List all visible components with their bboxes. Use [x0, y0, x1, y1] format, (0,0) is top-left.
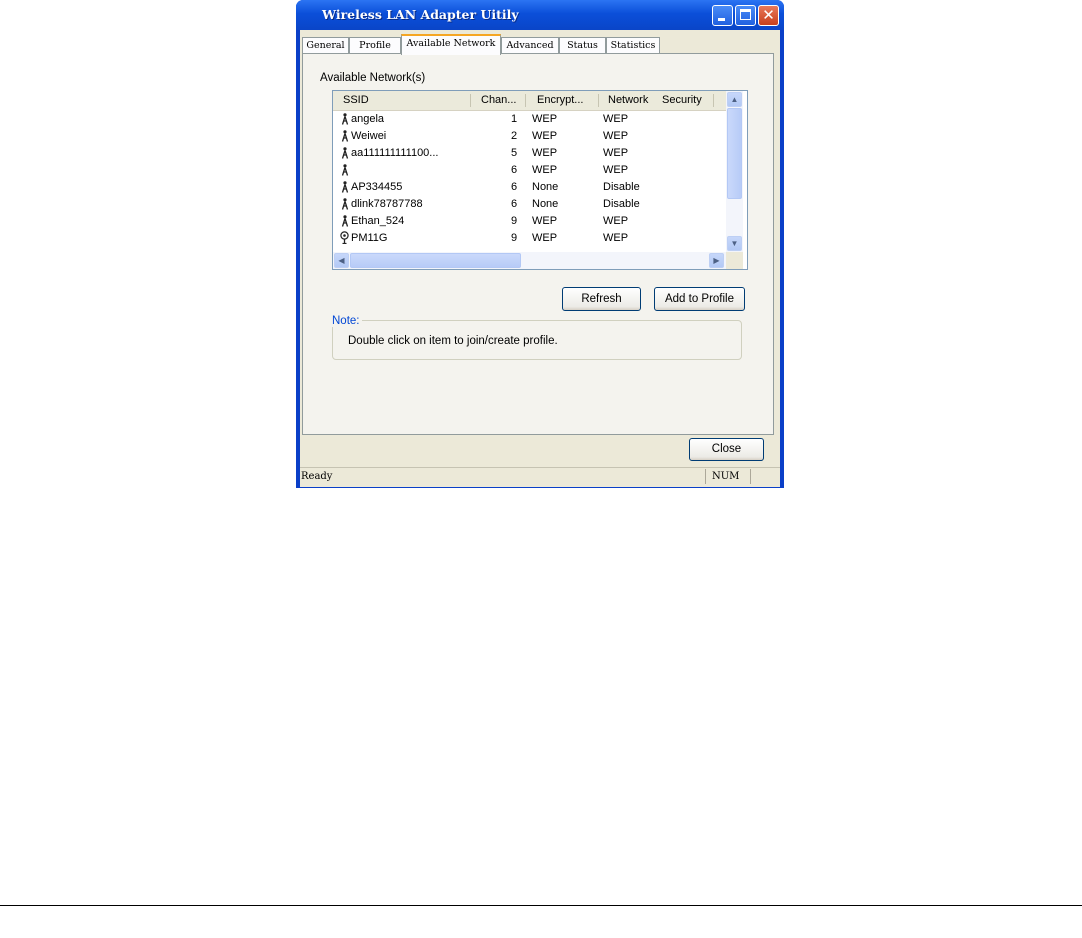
row-channel: 5	[511, 147, 518, 159]
close-icon: ✕	[762, 6, 775, 24]
tab-general[interactable]: General	[302, 37, 349, 54]
row-network: WEP	[603, 232, 629, 244]
network-row[interactable]: Weiwei 2 WEP WEP	[333, 128, 726, 145]
chevron-up-icon: ▲	[730, 95, 739, 104]
add-to-profile-button[interactable]: Add to Profile	[654, 287, 745, 311]
row-channel: 6	[511, 181, 518, 193]
row-network: WEP	[603, 130, 629, 142]
horizontal-scroll-thumb[interactable]	[350, 253, 521, 268]
row-network: WEP	[603, 147, 629, 159]
tab-statistics[interactable]: Statistics	[606, 37, 660, 54]
page-rule	[0, 905, 1082, 906]
maximize-button[interactable]	[735, 5, 756, 26]
row-ssid: Weiwei	[351, 130, 387, 142]
tab-profile[interactable]: Profile	[349, 37, 401, 54]
row-encryption: None	[532, 198, 559, 210]
window-title: Wireless LAN Adapter Uitily	[322, 7, 519, 22]
column-header-security[interactable]: Security	[662, 94, 702, 106]
row-encryption: WEP	[532, 164, 558, 176]
status-text: Ready	[301, 471, 333, 482]
column-divider[interactable]	[713, 94, 714, 107]
column-header-network[interactable]: Network	[608, 94, 648, 106]
row-channel: 6	[511, 198, 518, 210]
row-ssid: aa111111111100...	[351, 147, 439, 159]
close-window-button[interactable]: ✕	[758, 5, 779, 26]
minimize-button[interactable]	[712, 5, 733, 26]
row-encryption: WEP	[532, 215, 558, 227]
row-ssid: AP334455	[351, 181, 403, 193]
status-pane	[750, 469, 779, 484]
num-lock-indicator: NUM	[705, 469, 747, 484]
network-row[interactable]: Ethan_524 9 WEP WEP	[333, 213, 726, 230]
maximize-icon	[740, 9, 751, 20]
row-channel: 6	[511, 164, 518, 176]
row-channel: 1	[511, 113, 518, 125]
row-encryption: WEP	[532, 130, 558, 142]
row-network: Disable	[603, 198, 640, 210]
column-divider[interactable]	[470, 94, 471, 107]
close-button[interactable]: Close	[689, 438, 764, 461]
network-row[interactable]: dlink78787788 6 None Disable	[333, 196, 726, 213]
chevron-left-icon: ◀	[338, 256, 345, 265]
scrollbar-corner	[726, 252, 743, 269]
vertical-scroll-thumb[interactable]	[727, 108, 742, 199]
column-header-ssid[interactable]: SSID	[343, 94, 369, 106]
chevron-right-icon: ▶	[713, 256, 720, 265]
dialog-client: General Profile Available Network Advanc…	[300, 30, 780, 487]
scroll-right-button[interactable]: ▶	[709, 253, 724, 268]
column-header-encryption[interactable]: Encrypt...	[537, 94, 583, 106]
note-text: Double click on item to join/create prof…	[348, 335, 558, 347]
app-window: Wireless LAN Adapter Uitily ✕ General Pr…	[296, 0, 784, 488]
list-header: SSID Chan... Encrypt... Network Security	[333, 91, 726, 111]
scroll-left-button[interactable]: ◀	[334, 253, 349, 268]
column-header-channel[interactable]: Chan...	[481, 94, 516, 106]
status-bar: Ready NUM	[300, 467, 780, 487]
network-row[interactable]: angela 1 WEP WEP	[333, 111, 726, 128]
access-point-icon	[341, 147, 349, 159]
access-point-icon	[341, 164, 349, 176]
row-network: WEP	[603, 164, 629, 176]
access-point-icon	[341, 130, 349, 142]
scroll-up-button[interactable]: ▲	[727, 92, 742, 107]
chevron-down-icon: ▼	[730, 239, 739, 248]
row-ssid: dlink78787788	[351, 198, 423, 210]
column-divider[interactable]	[525, 94, 526, 107]
access-point-icon	[341, 215, 349, 227]
network-row[interactable]: 6 WEP WEP	[333, 162, 726, 179]
row-ssid: angela	[351, 113, 385, 125]
available-network-panel: Available Network(s) SSID Chan... Encryp…	[302, 53, 774, 435]
row-ssid: Ethan_524	[351, 215, 405, 227]
connected-antenna-icon	[340, 231, 349, 244]
scroll-down-button[interactable]: ▼	[727, 236, 742, 251]
row-encryption: WEP	[532, 113, 558, 125]
row-ssid: PM11G	[351, 232, 388, 244]
tab-status[interactable]: Status	[559, 37, 606, 54]
row-network: WEP	[603, 113, 629, 125]
row-network: WEP	[603, 215, 629, 227]
row-network: Disable	[603, 181, 640, 193]
available-networks-label: Available Network(s)	[320, 72, 426, 84]
refresh-button[interactable]: Refresh	[562, 287, 641, 311]
vertical-scrollbar[interactable]: ▲ ▼	[726, 91, 743, 252]
network-row[interactable]: PM11G 9 WEP WEP	[333, 230, 726, 247]
row-encryption: WEP	[532, 232, 558, 244]
row-channel: 9	[511, 215, 518, 227]
note-title: Note:	[330, 315, 362, 327]
tab-available-network[interactable]: Available Network	[401, 34, 501, 55]
network-row[interactable]: aa111111111100... 5 WEP WEP	[333, 145, 726, 162]
row-encryption: None	[532, 181, 559, 193]
horizontal-scrollbar[interactable]: ◀ ▶	[333, 252, 726, 269]
access-point-icon	[341, 113, 349, 125]
network-list[interactable]: SSID Chan... Encrypt... Network Security…	[332, 90, 748, 270]
column-divider[interactable]	[598, 94, 599, 107]
row-channel: 9	[511, 232, 518, 244]
minimize-icon	[718, 18, 725, 21]
network-row[interactable]: AP334455 6 None Disable	[333, 179, 726, 196]
access-point-icon	[341, 181, 349, 193]
tab-advanced[interactable]: Advanced	[501, 37, 559, 54]
title-bar[interactable]: Wireless LAN Adapter Uitily ✕	[296, 0, 784, 30]
row-encryption: WEP	[532, 147, 558, 159]
access-point-icon	[341, 198, 349, 210]
row-channel: 2	[511, 130, 518, 142]
